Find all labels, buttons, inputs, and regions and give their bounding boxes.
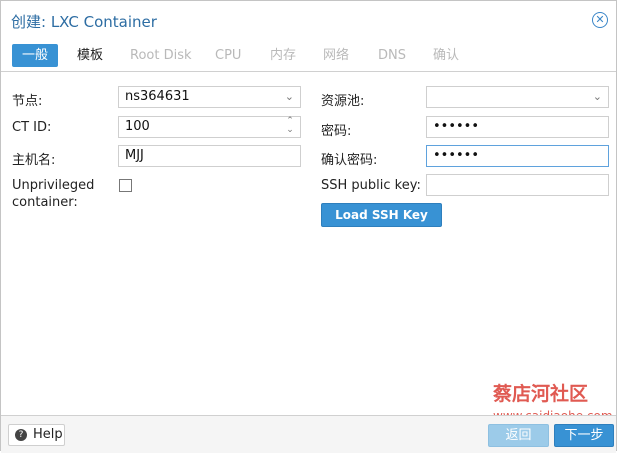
tab-memory[interactable]: 内存 — [270, 44, 296, 67]
unprivileged-label-line2: container: — [12, 195, 78, 210]
password-input[interactable]: •••••• — [426, 116, 609, 138]
tab-confirm[interactable]: 确认 — [433, 44, 459, 67]
node-select[interactable]: ns364631 ⌄ — [118, 86, 301, 108]
load-ssh-key-button[interactable]: Load SSH Key File — [321, 203, 442, 244]
tab-network[interactable]: 网络 — [323, 44, 349, 67]
pool-label: 资源池: — [321, 94, 365, 109]
help-label: Help — [33, 427, 63, 442]
chevron-down-icon[interactable]: ⌄ — [593, 87, 602, 107]
help-button[interactable]: ? Help — [8, 424, 65, 446]
hostname-input[interactable]: MJJ — [118, 145, 301, 167]
ctid-value: 100 — [125, 119, 150, 134]
ssh-key-label: SSH public key: — [321, 178, 421, 193]
unprivileged-label-line1: Unprivileged — [12, 178, 95, 193]
ctid-label: CT ID: — [12, 120, 52, 135]
tab-cpu[interactable]: CPU — [215, 44, 241, 67]
hostname-value: MJJ — [125, 148, 144, 163]
node-value: ns364631 — [125, 89, 190, 104]
close-icon[interactable]: ✕ — [592, 12, 608, 28]
password-value: •••••• — [433, 119, 480, 134]
confirm-password-value: •••••• — [433, 148, 480, 163]
tab-template[interactable]: 模板 — [77, 44, 103, 67]
tab-bar: 一般 模板 Root Disk CPU 内存 网络 DNS 确认 — [1, 39, 616, 72]
password-label: 密码: — [321, 124, 352, 139]
chevron-down-icon[interactable]: ⌄ — [285, 87, 294, 107]
window-title: 创建: LXC Container — [11, 13, 157, 31]
confirm-password-label: 确认密码: — [321, 153, 378, 168]
question-circle-icon: ? — [15, 429, 27, 441]
pool-select[interactable]: ⌄ — [426, 86, 609, 108]
next-button[interactable]: 下一步 — [554, 424, 614, 447]
spinner-arrows-icon[interactable]: ⌃ ⌄ — [284, 117, 296, 137]
tab-dns[interactable]: DNS — [378, 44, 406, 67]
back-button[interactable]: 返回 — [488, 424, 549, 447]
create-lxc-dialog: 创建: LXC Container ✕ 一般 模板 Root Disk CPU … — [0, 0, 617, 453]
footer: ? Help 返回 下一步 — [1, 415, 616, 453]
watermark-text: 蔡店河社区 — [493, 383, 589, 405]
unprivileged-checkbox[interactable] — [119, 179, 132, 192]
hostname-label: 主机名: — [12, 153, 56, 168]
tab-root-disk[interactable]: Root Disk — [130, 44, 192, 67]
ctid-input[interactable]: 100 ⌃ ⌄ — [118, 116, 301, 138]
ssh-key-input[interactable] — [426, 174, 609, 196]
confirm-password-input[interactable]: •••••• — [426, 145, 609, 167]
tab-general[interactable]: 一般 — [12, 44, 59, 67]
node-label: 节点: — [12, 94, 43, 109]
titlebar: 创建: LXC Container ✕ — [1, 1, 616, 40]
